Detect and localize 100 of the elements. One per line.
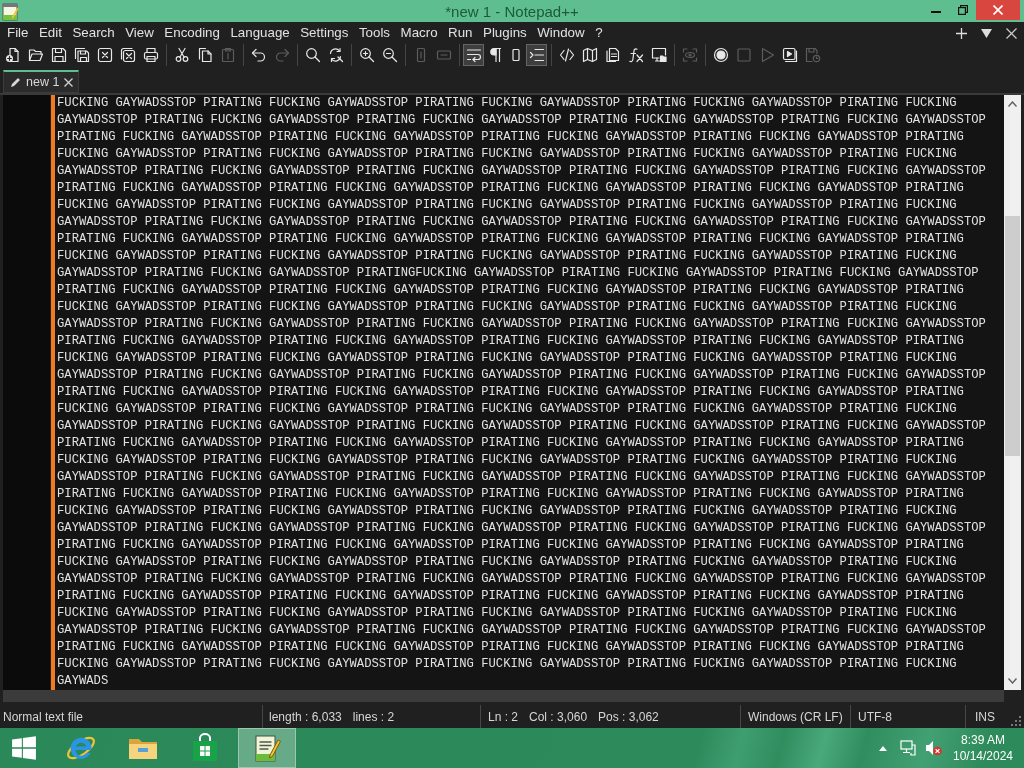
plus-icon — [956, 27, 967, 39]
replace-icon — [327, 47, 344, 63]
tab[interactable]: new 1 — [3, 70, 80, 93]
menu-item[interactable]: Encoding — [158, 22, 225, 44]
status-text: Pos : 3,062 — [598, 709, 659, 724]
undo-icon — [250, 47, 267, 63]
text-line: FUCKING GAYWADSSTOP PIRATING FUCKING GAYWADSSTOP PIRATING FUCKING GAYWADSSTOP PIRATING FUCKING GAYWADSSTOP PIRATING FUCKING — [57, 95, 957, 112]
scrollbar-thumb[interactable] — [1005, 216, 1020, 456]
stop-icon — [735, 47, 752, 63]
triangle-down-icon — [981, 27, 992, 39]
text-line: GAYWADSSTOP PIRATING FUCKING GAYWADSSTOP PIRATING FUCKING GAYWADSSTOP PIRATING FUCKING GAYWADSSTOP PIRATING FUCKING GAYWADSSTOP — [57, 367, 986, 384]
menu-item[interactable]: Settings — [294, 22, 354, 44]
text-line: FUCKING GAYWADSSTOP PIRATING FUCKING GAYWADSSTOP PIRATING FUCKING GAYWADSSTOP PIRATING FUCKING GAYWADSSTOP PIRATING FUCKING — [57, 503, 957, 520]
wide-rectangle-icon — [435, 47, 452, 63]
code-brackets-icon — [558, 47, 575, 63]
menu-item[interactable]: Edit — [33, 22, 67, 44]
menu-item[interactable]: Language — [224, 22, 295, 44]
search-icon — [304, 47, 321, 63]
network-icon[interactable] — [900, 740, 917, 756]
scissors-icon — [173, 47, 190, 63]
indent-guide-button[interactable] — [526, 44, 547, 66]
zoom-in-icon — [358, 47, 375, 63]
status-text: UTF-8 — [858, 709, 892, 724]
map-icon — [581, 47, 598, 63]
menu-item[interactable]: Search — [66, 22, 120, 44]
menu-item[interactable]: Window — [531, 22, 590, 44]
text-area[interactable] — [55, 95, 1004, 690]
text-line: FUCKING GAYWADSSTOP PIRATING FUCKING GAYWADSSTOP PIRATING FUCKING GAYWADSSTOP PIRATING FUCKING GAYWADSSTOP PIRATING FUCKING — [57, 299, 957, 316]
text-line: PIRATING FUCKING GAYWADSSTOP PIRATING FUCKING GAYWADSSTOP PIRATING FUCKING GAYWADSSTOP PIRATING FUCKING GAYWADSSTOP PIRATING — [57, 537, 964, 554]
close-icon — [96, 47, 113, 63]
function-icon — [627, 47, 644, 63]
text-line: PIRATING FUCKING GAYWADSSTOP PIRATING FUCKING GAYWADSSTOP PIRATING FUCKING GAYWADSSTOP PIRATING FUCKING GAYWADSSTOP PIRATING — [57, 639, 964, 656]
text-line: GAYWADS — [57, 673, 109, 690]
menu-item[interactable]: ? — [589, 22, 608, 44]
text-line: FUCKING GAYWADSSTOP PIRATING FUCKING GAYWADSSTOP PIRATING FUCKING GAYWADSSTOP PIRATING FUCKING GAYWADSSTOP PIRATING FUCKING — [57, 452, 957, 469]
status-text: length : 6,033 — [269, 709, 342, 724]
indent-lines-icon — [528, 47, 545, 63]
clock-time: 8:39 AM — [961, 732, 1005, 748]
status-text: INS — [975, 709, 995, 724]
restore-icon — [957, 5, 968, 15]
text-line: PIRATING FUCKING GAYWADSSTOP PIRATING FUCKING GAYWADSSTOP PIRATING FUCKING GAYWADSSTOP PIRATING FUCKING GAYWADSSTOP PIRATING — [57, 588, 964, 605]
status-text: Normal text file — [3, 709, 84, 724]
close-icon — [993, 5, 1003, 15]
text-line: PIRATING FUCKING GAYWADSSTOP PIRATING FUCKING GAYWADSSTOP PIRATING FUCKING GAYWADSSTOP PIRATING FUCKING GAYWADSSTOP PIRATING — [57, 435, 964, 452]
windows-logo-icon — [11, 735, 37, 761]
notepad-button[interactable] — [238, 728, 296, 768]
text-line: FUCKING GAYWADSSTOP PIRATING FUCKING GAYWADSSTOP PIRATING FUCKING GAYWADSSTOP PIRATING FUCKING GAYWADSSTOP PIRATING FUCKING — [57, 656, 957, 673]
play-box-icon — [781, 47, 798, 63]
menu-item[interactable]: Macro — [395, 22, 443, 44]
file-plus-icon — [4, 47, 21, 63]
text-line: FUCKING GAYWADSSTOP PIRATING FUCKING GAYWADSSTOP PIRATING FUCKING GAYWADSSTOP PIRATING FUCKING GAYWADSSTOP PIRATING FUCKING — [57, 350, 957, 367]
text-line: GAYWADSSTOP PIRATING FUCKING GAYWADSSTOP PIRATING FUCKING GAYWADSSTOP PIRATING FUCKING GAYWADSSTOP PIRATING FUCKING GAYWADSSTOP — [57, 316, 986, 333]
menu-item[interactable]: Run — [442, 22, 478, 44]
text-line: GAYWADSSTOP PIRATING FUCKING GAYWADSSTOP PIRATING FUCKING GAYWADSSTOP PIRATING FUCKING GAYWADSSTOP PIRATING FUCKING GAYWADSSTOP — [57, 469, 986, 486]
text-line: GAYWADSSTOP PIRATING FUCKING GAYWADSSTOP PIRATINGFUCKING GAYWADSSTOP PIRATING FUCKING GAYWADSSTOP PIRATING FUCKING GAYWADSSTOP — [57, 265, 979, 282]
menu-item[interactable]: File — [0, 22, 34, 44]
text-line: GAYWADSSTOP PIRATING FUCKING GAYWADSSTOP PIRATING FUCKING GAYWADSSTOP PIRATING FUCKING GAYWADSSTOP PIRATING FUCKING GAYWADSSTOP — [57, 418, 986, 435]
close-all-icon — [119, 47, 136, 63]
text-line: GAYWADSSTOP PIRATING FUCKING GAYWADSSTOP PIRATING FUCKING GAYWADSSTOP PIRATING FUCKING GAYWADSSTOP PIRATING FUCKING GAYWADSSTOP — [57, 571, 986, 588]
window-title: *new 1 - Notepad++ — [445, 2, 579, 20]
clipboard-icon — [219, 47, 236, 63]
monitor-folder-icon — [650, 47, 667, 63]
folder-icon — [27, 47, 44, 63]
pencil-icon — [10, 76, 21, 88]
vertical-scrollbar[interactable] — [1004, 95, 1021, 690]
floppy-clock-icon — [804, 47, 821, 63]
text-line: PIRATING FUCKING GAYWADSSTOP PIRATING FUCKING GAYWADSSTOP PIRATING FUCKING GAYWADSSTOP PIRATING FUCKING GAYWADSSTOP PIRATING — [57, 333, 964, 350]
text-line: PIRATING FUCKING GAYWADSSTOP PIRATING FUCKING GAYWADSSTOP PIRATING FUCKING GAYWADSSTOP PIRATING FUCKING GAYWADSSTOP PIRATING — [57, 384, 964, 401]
record-icon — [712, 47, 729, 63]
text-line: GAYWADSSTOP PIRATING FUCKING GAYWADSSTOP PIRATING FUCKING GAYWADSSTOP PIRATING FUCKING GAYWADSSTOP PIRATING FUCKING GAYWADSSTOP — [57, 214, 986, 231]
chevron-down-icon[interactable] — [1008, 678, 1017, 684]
text-line: FUCKING GAYWADSSTOP PIRATING FUCKING GAYWADSSTOP PIRATING FUCKING GAYWADSSTOP PIRATING FUCKING GAYWADSSTOP PIRATING FUCKING — [57, 146, 957, 163]
chevron-up-icon[interactable] — [1008, 101, 1017, 107]
copy-icon — [196, 47, 213, 63]
text-line: PIRATING FUCKING GAYWADSSTOP PIRATING FUCKING GAYWADSSTOP PIRATING FUCKING GAYWADSSTOP PIRATING FUCKING GAYWADSSTOP PIRATING — [57, 486, 964, 503]
text-line: FUCKING GAYWADSSTOP PIRATING FUCKING GAYWADSSTOP PIRATING FUCKING GAYWADSSTOP PIRATING FUCKING GAYWADSSTOP PIRATING FUCKING — [57, 605, 957, 622]
notepad-icon — [2, 1, 19, 21]
menu-item[interactable]: Tools — [353, 22, 396, 44]
word-wrap-icon — [465, 47, 482, 63]
text-line: PIRATING FUCKING GAYWADSSTOP PIRATING FUCKING GAYWADSSTOP PIRATING FUCKING GAYWADSSTOP PIRATING FUCKING GAYWADSSTOP PIRATING — [57, 180, 964, 197]
close-icon — [1006, 27, 1017, 39]
horizontal-scrollbar[interactable] — [3, 690, 1004, 702]
close-icon — [64, 77, 74, 87]
clock-date: 10/14/2024 — [952, 748, 1014, 764]
chevron-up-icon[interactable] — [879, 745, 887, 751]
text-line: PIRATING FUCKING GAYWADSSTOP PIRATING FUCKING GAYWADSSTOP PIRATING FUCKING GAYWADSSTOP PIRATING FUCKING GAYWADSSTOP PIRATING — [57, 129, 964, 146]
text-line: GAYWADSSTOP PIRATING FUCKING GAYWADSSTOP PIRATING FUCKING GAYWADSSTOP PIRATING FUCKING GAYWADSSTOP PIRATING FUCKING GAYWADSSTOP — [57, 163, 986, 180]
text-line: FUCKING GAYWADSSTOP PIRATING FUCKING GAYWADSSTOP PIRATING FUCKING GAYWADSSTOP PIRATING FUCKING GAYWADSSTOP PIRATING FUCKING — [57, 248, 957, 265]
resize-grip-icon[interactable] — [1011, 716, 1021, 726]
status-text: lines : 2 — [352, 709, 395, 724]
status-text: Ln : 2 — [488, 709, 519, 724]
text-line: FUCKING GAYWADSSTOP PIRATING FUCKING GAYWADSSTOP PIRATING FUCKING GAYWADSSTOP PIRATING FUCKING GAYWADSSTOP PIRATING FUCKING — [57, 401, 957, 418]
status-text: Col : 3,060 — [529, 709, 588, 724]
speaker-muted-icon[interactable] — [925, 740, 942, 756]
status-text: Windows (CR LF) — [748, 709, 843, 724]
text-line: PIRATING FUCKING GAYWADSSTOP PIRATING FUCKING GAYWADSSTOP PIRATING FUCKING GAYWADSSTOP PIRATING FUCKING GAYWADSSTOP PIRATING — [57, 231, 964, 248]
redo-icon — [273, 47, 290, 63]
menu-item[interactable]: View — [119, 22, 159, 44]
menu-item[interactable]: Plugins — [477, 22, 532, 44]
word-wrap-button[interactable] — [463, 44, 484, 66]
